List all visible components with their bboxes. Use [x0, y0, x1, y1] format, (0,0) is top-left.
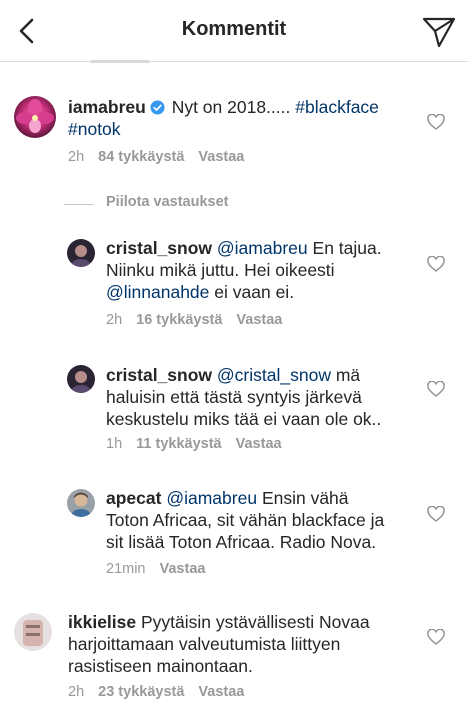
avatar[interactable] [14, 96, 56, 138]
comment-username[interactable]: cristal_snow [106, 238, 212, 258]
avatar[interactable] [67, 489, 95, 517]
likes-count[interactable]: 84 tykkäystä [98, 149, 184, 165]
comment-time: 1h [106, 436, 123, 452]
verified-badge-icon [150, 100, 165, 115]
comment-meta: 1h 11 tykkäystä Vastaa [106, 436, 296, 452]
hashtag-link[interactable]: #notok [68, 119, 121, 139]
comment-text: apecat @iamabreu Ensin vähä Toton Africa… [106, 487, 416, 553]
comment-username[interactable]: apecat [106, 488, 161, 508]
avatar[interactable] [14, 613, 52, 651]
like-heart-icon[interactable] [427, 256, 445, 272]
comment-time: 2h [68, 149, 85, 165]
like-heart-icon[interactable] [427, 381, 445, 397]
comment-time: 2h [106, 312, 123, 328]
avatar[interactable] [67, 365, 95, 393]
reply-button[interactable]: Vastaa [198, 684, 244, 700]
comment-meta: 2h 84 tykkäystä Vastaa [68, 149, 258, 165]
mention-link[interactable]: @cristal_snow [217, 365, 331, 385]
reply-button[interactable]: Vastaa [160, 561, 206, 577]
avatar[interactable] [67, 239, 95, 267]
mention-link[interactable]: @linnanahde [106, 282, 209, 302]
comment-meta: 2h 16 tykkäystä Vastaa [106, 312, 296, 328]
comment-body: Nyt on 2018..... [171, 97, 291, 117]
page-title: Kommentit [181, 18, 287, 40]
reply-button[interactable]: Vastaa [198, 149, 244, 165]
likes-count[interactable]: 11 tykkäystä [136, 436, 221, 452]
avatar-photo [23, 620, 43, 646]
comment-body: Niinku mikä juttu. Hei oikeesti [106, 260, 335, 280]
comment-meta: 2h 23 tykkäystä Vastaa [68, 684, 258, 700]
comment-body: harjoittamaan valveutumista liittyen [68, 634, 341, 654]
like-heart-icon[interactable] [427, 114, 445, 130]
comment-body: ei vaan ei. [214, 282, 295, 302]
likes-count[interactable]: 23 tykkäystä [98, 684, 184, 700]
reply-button[interactable]: Vastaa [236, 312, 282, 328]
comment-body: Ensin vähä [261, 488, 349, 508]
comment-body: mä [335, 365, 361, 385]
comment-body: keskustelu miks tää ei vaan ole ok.. [106, 409, 382, 429]
divider-line [64, 204, 94, 205]
mention-link[interactable]: @iamabreu [217, 238, 308, 258]
hashtag-link[interactable]: #blackface [295, 97, 379, 117]
like-heart-icon[interactable] [427, 629, 445, 645]
header-bar: Kommentit [0, 0, 468, 62]
comment-body: En tajua. [312, 238, 382, 258]
avatar-photo [71, 492, 91, 517]
hide-replies-label: Piilota vastaukset [106, 194, 229, 210]
comment-body: Pyytäisin ystävällisesti Novaa [141, 612, 370, 632]
comment-body: Toton Africaa, sit vähän blackface ja [106, 510, 385, 530]
comment-body: sit lisää Toton Africaa. Radio Nova. [106, 532, 377, 552]
comment-time: 21min [106, 561, 146, 577]
comment-username[interactable]: ikkielise [68, 612, 136, 632]
comment-text: cristal_snow @cristal_snow mä haluisin e… [106, 364, 416, 430]
comment-body: haluisin että tästä syntyis järkevä [106, 387, 362, 407]
reply-button[interactable]: Vastaa [236, 436, 282, 452]
orchid-image [16, 99, 54, 133]
comment-text: cristal_snow @iamabreu En tajua. Niinku … [106, 237, 416, 303]
comment-meta: 21min Vastaa [106, 561, 219, 577]
like-heart-icon[interactable] [427, 506, 445, 522]
comment-username[interactable]: iamabreu [68, 97, 146, 117]
comment-time: 2h [68, 684, 85, 700]
comment-text: iamabreu Nyt on 2018..... #blackface #no… [68, 96, 408, 140]
avatar-photo [71, 245, 91, 267]
likes-count[interactable]: 16 tykkäystä [136, 312, 222, 328]
previous-comment-cutoff [90, 56, 150, 64]
comment-text: ikkielise Pyytäisin ystävällisesti Novaa… [68, 611, 418, 677]
comment-username[interactable]: cristal_snow [106, 365, 212, 385]
mention-link[interactable]: @iamabreu [166, 488, 257, 508]
avatar-photo [71, 371, 91, 393]
direct-share-icon[interactable] [422, 16, 456, 48]
comment-body: rasistiseen mainontaan. [68, 656, 253, 676]
